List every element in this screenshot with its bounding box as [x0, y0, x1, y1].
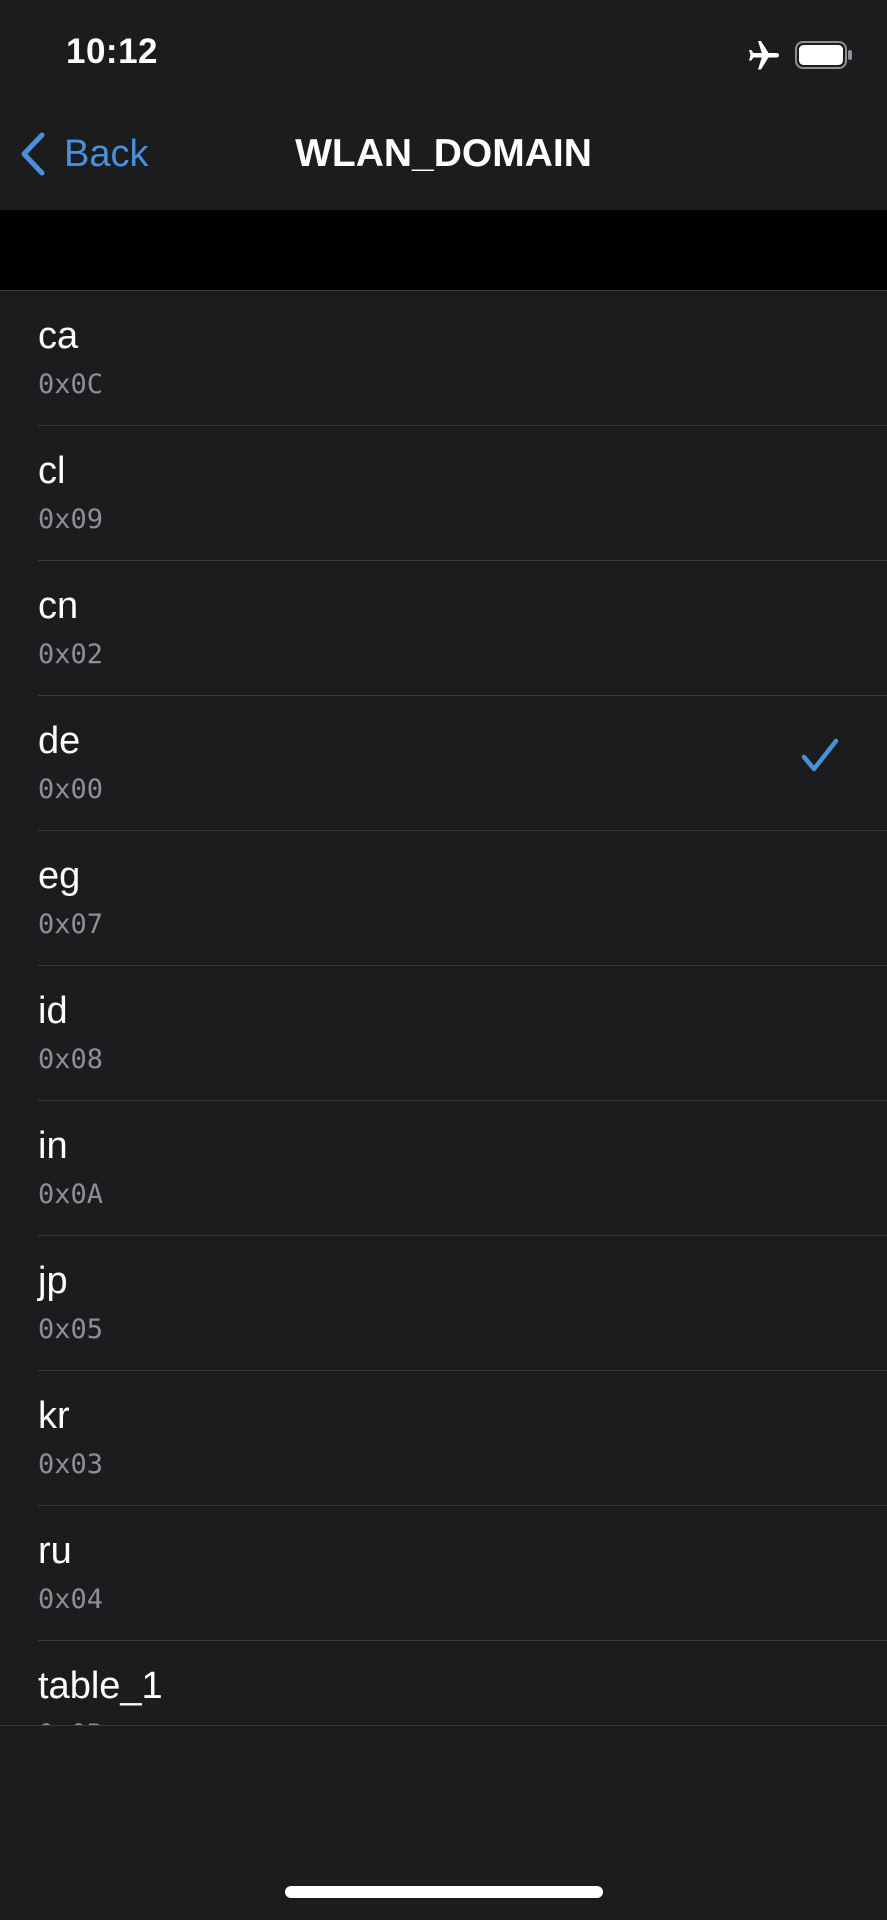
list-item-code: 0x05 — [38, 1314, 104, 1345]
page-title: WLAN_DOMAIN — [295, 132, 592, 175]
home-indicator[interactable] — [285, 1886, 603, 1898]
list-item-code: 0x0C — [38, 369, 104, 400]
list-item-title: eg — [38, 855, 81, 897]
list-item-title: de — [38, 720, 81, 762]
list-item[interactable]: id 0x08 — [0, 966, 887, 1101]
list-item-title: cl — [38, 450, 66, 492]
list-item[interactable]: ru 0x04 — [0, 1506, 887, 1641]
list-item[interactable]: eg 0x07 — [0, 831, 887, 966]
list-item-title: kr — [38, 1395, 70, 1437]
list-item-code: 0x02 — [38, 639, 104, 670]
list-item[interactable]: cl 0x09 — [0, 426, 887, 561]
section-header-spacer — [0, 210, 887, 290]
list-item-code: 0x07 — [38, 909, 104, 940]
list-item-code: 0x09 — [38, 504, 104, 535]
list-item-code: 0x0A — [38, 1179, 104, 1210]
checkmark-icon — [801, 738, 839, 772]
airplane-icon — [749, 41, 779, 70]
list-item-title: in — [38, 1125, 68, 1167]
domain-list: ca 0x0C cl 0x09 cn 0x02 de 0x00 eg 0x07 id 0x08 in 0x… — [0, 290, 887, 1726]
list-item-code: 0x0B — [38, 1719, 103, 1725]
navigation-bar: Back WLAN_DOMAIN — [0, 100, 887, 210]
list-item-code: 0x00 — [38, 774, 104, 805]
list-item[interactable]: kr 0x03 — [0, 1371, 887, 1506]
list-item-title: id — [38, 990, 68, 1032]
list-item-title: ca — [38, 315, 79, 357]
list-item[interactable]: cn 0x02 — [0, 561, 887, 696]
list-item-code: 0x03 — [38, 1449, 104, 1480]
list-item-title: cn — [38, 585, 79, 627]
list-item-title: jp — [38, 1260, 68, 1302]
list-item-title: table_1 — [38, 1665, 163, 1707]
list-item-code: 0x08 — [38, 1044, 104, 1075]
list-item-code: 0x04 — [38, 1584, 104, 1615]
status-time: 10:12 — [66, 32, 159, 71]
list-item[interactable]: de 0x00 — [0, 696, 887, 831]
list-item-title: ru — [38, 1530, 72, 1572]
list-item[interactable]: table_1 0x0B — [0, 1641, 887, 1725]
status-bar: 10:12 — [0, 0, 887, 100]
list-item[interactable]: ca 0x0C — [0, 291, 887, 426]
battery-icon — [795, 41, 852, 69]
list-item[interactable]: in 0x0A — [0, 1101, 887, 1236]
list-item[interactable]: jp 0x05 — [0, 1236, 887, 1371]
